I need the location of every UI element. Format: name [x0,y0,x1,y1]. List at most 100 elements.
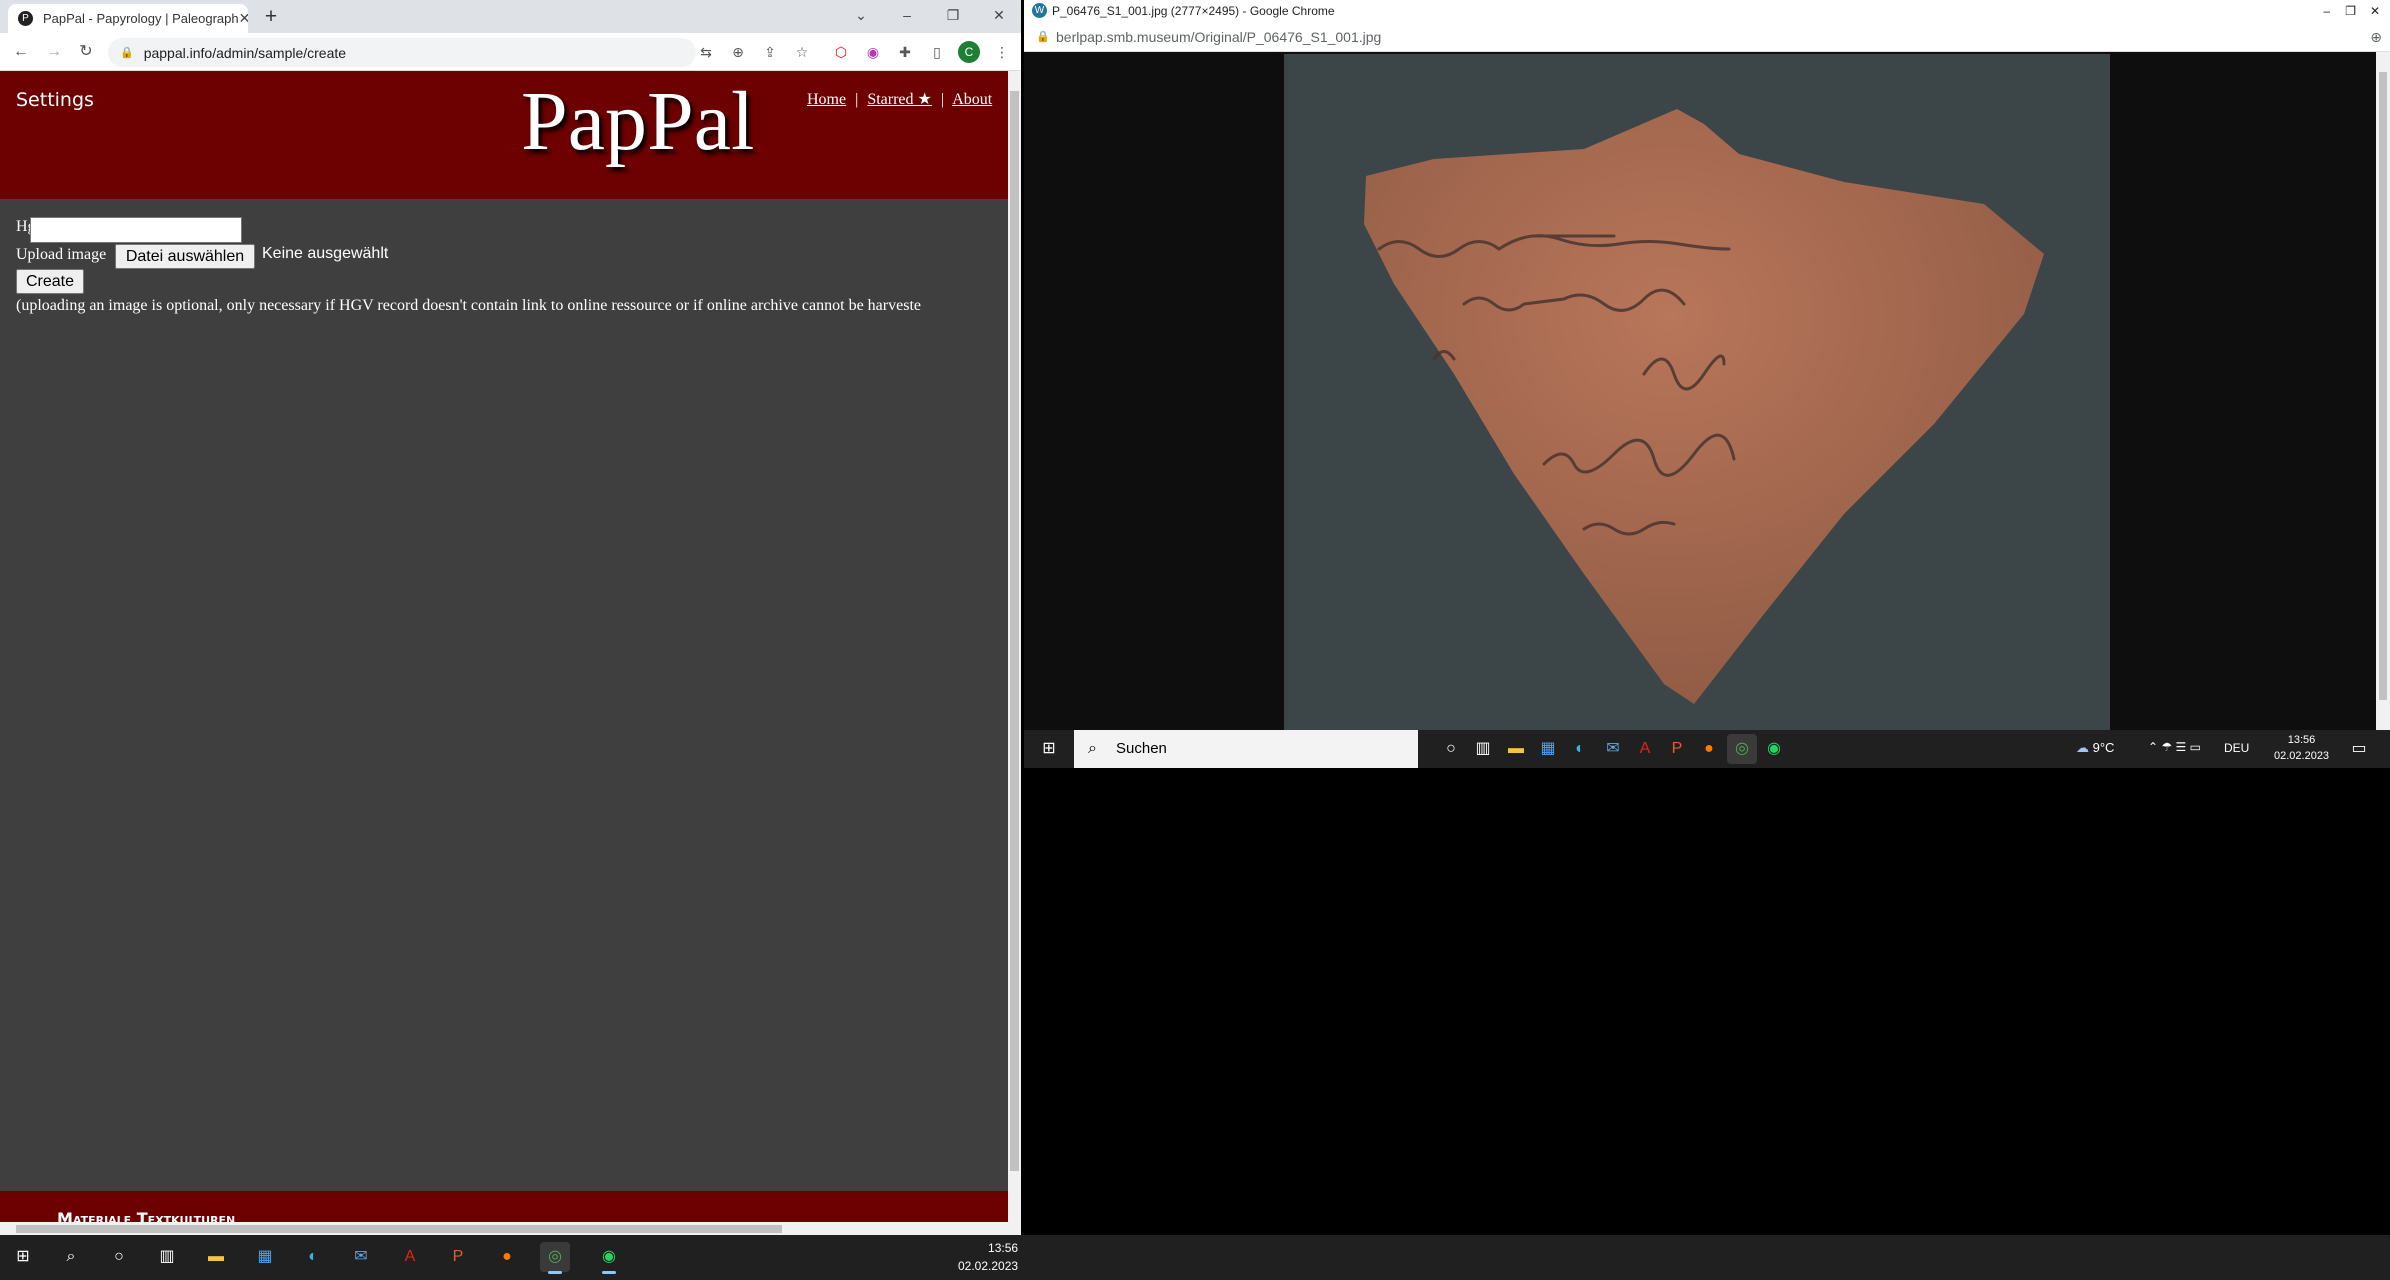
profile-avatar[interactable]: C [958,41,980,63]
tab-strip: P PapPal - Papyrology | Paleograph ✕ + ⌄… [0,0,1021,33]
edge-icon[interactable]: ◐ [1565,734,1595,764]
upload-note: (uploading an image is optional, only ne… [16,297,921,314]
clock-time: 13:56 [2287,734,2316,746]
start-icon[interactable]: ⊞ [1034,734,1064,764]
share-icon[interactable]: ⇪ [759,41,781,63]
zoom-icon[interactable]: ⊕ [727,41,749,63]
store-icon[interactable]: ▦ [250,1242,280,1272]
tab-pappal[interactable]: P PapPal - Papyrology | Paleograph ✕ [8,4,248,33]
mail-icon[interactable]: ✉ [346,1242,376,1272]
weather-temp: 9°C [2092,740,2115,755]
address-bar: ← → ↻ 🔒 pappal.info/admin/sample/create … [0,33,1021,71]
pappal-favicon-icon: P [18,11,33,26]
weather-widget: ☁ 9°C [2076,740,2114,756]
close-tab-icon[interactable]: ✕ [239,10,248,27]
clock-date: 02.02.2023 [2274,750,2330,762]
powerpoint-icon[interactable]: P [1662,734,1692,764]
menu-separator: | [855,91,859,108]
zoom-icon[interactable]: ⊕ [2370,22,2382,52]
chrome-icon[interactable]: ◎ [540,1242,570,1274]
mail-icon[interactable]: ✉ [1598,734,1628,764]
tab-title: PapPal - Papyrology | Paleograph [43,11,239,26]
hgv-input[interactable] [30,217,242,243]
secondary-clock[interactable]: 13:56 02.02.2023 [2274,732,2329,764]
clock-date: 02.02.2023 [958,1259,1019,1273]
about-link[interactable]: About [952,91,992,108]
top-menu: Home | Starred ★ | About [807,89,992,109]
wordpress-favicon-icon: W [1032,3,1047,18]
forward-icon[interactable]: → [43,41,65,63]
language-indicator[interactable]: DEU [2224,741,2249,755]
search-icon[interactable]: ⌕ [56,1242,86,1272]
page-content: Settings PapPal Home | Starred ★ | About… [0,71,1008,1235]
file-explorer-icon[interactable]: ▬ [1501,734,1531,764]
extension-badge-icon[interactable]: ◉ [862,41,884,63]
taskbar-search-box[interactable]: ⌕ Suchen [1074,730,1418,768]
close-window-button[interactable]: ✕ [976,0,1021,33]
task-view-icon[interactable]: ▥ [152,1242,182,1272]
left-browser-window: P PapPal - Papyrology | Paleograph ✕ + ⌄… [0,0,1021,1235]
horizontal-scrollbar[interactable] [0,1222,1008,1235]
firefox-icon[interactable]: ● [492,1242,522,1272]
home-link[interactable]: Home [807,91,846,108]
site-logo: PapPal [521,75,755,168]
edge-icon[interactable]: ◐ [298,1242,328,1272]
starred-link[interactable]: Starred ★ [867,91,932,108]
acrobat-icon[interactable]: A [1630,734,1660,764]
right-url-text: berlpap.smb.museum/Original/P_06476_S1_0… [1056,29,1382,45]
cortana-icon[interactable]: ○ [104,1242,134,1272]
no-file-selected-text: Keine ausgewählt [262,245,389,262]
right-window-titlebar: W P_06476_S1_001.jpg (2777×2495) - Googl… [1024,0,2390,22]
chrome-icon[interactable]: ◎ [1727,734,1757,764]
acrobat-icon[interactable]: A [395,1242,425,1272]
right-vertical-scrollbar[interactable] [2376,52,2390,730]
clock-time: 13:56 [988,1241,1019,1255]
search-placeholder: Suchen [1116,740,1167,757]
cortana-icon[interactable]: ○ [1436,734,1466,764]
spotify-icon[interactable]: ◉ [594,1242,624,1274]
file-explorer-icon[interactable]: ▬ [201,1242,231,1272]
tray-icons[interactable]: ⌃ ☂ ☰ ▭ [2148,740,2201,754]
settings-link[interactable]: Settings [16,89,94,111]
menu-separator: | [940,91,945,108]
bookmark-star-icon[interactable]: ☆ [791,41,813,63]
tab-search-icon[interactable]: ⌄ [838,0,884,33]
vertical-scrollbar[interactable] [1008,71,1021,1235]
extensions-puzzle-icon[interactable]: ✚ [894,41,916,63]
translate-icon[interactable]: ⇆ [695,41,717,63]
reload-icon[interactable]: ↻ [75,41,97,63]
side-panel-icon[interactable]: ▯ [926,41,948,63]
choose-file-button[interactable]: Datei auswählen [115,244,255,269]
lock-icon: 🔒 [1036,31,1050,43]
upload-image-label: Upload image [16,246,107,263]
restore-button[interactable]: ❐ [930,0,976,33]
create-button[interactable]: Create [16,269,84,294]
extension-shield-icon[interactable]: ⬡ [830,41,852,63]
secondary-taskbar: ⊞ ⌕ Suchen ○ ▥ ▬ ▦ ◐ ✉ A P ● ◎ ◉ ☁ 9°C ⌃… [1024,730,2390,768]
minimize-button[interactable]: – [2323,0,2330,22]
ostracon-image [1284,54,2110,730]
right-scroll-thumb[interactable] [2379,72,2387,700]
main-clock[interactable]: 13:56 02.02.2023 [958,1239,1018,1275]
close-window-button[interactable]: ✕ [2370,0,2380,22]
horizontal-scroll-thumb[interactable] [16,1225,782,1233]
menu-kebab-icon[interactable]: ⋮ [991,41,1013,63]
new-tab-button[interactable]: + [258,5,284,31]
task-view-icon[interactable]: ▥ [1468,734,1498,764]
main-taskbar: ⊞ ⌕ ○ ▥ ▬ ▦ ◐ ✉ A P ● ◎ ◉ 13:56 02.02.20… [0,1235,2390,1280]
right-browser-window: W P_06476_S1_001.jpg (2777×2495) - Googl… [1024,0,2390,768]
spotify-icon[interactable]: ◉ [1759,734,1789,764]
right-window-title: P_06476_S1_001.jpg (2777×2495) - Google … [1052,4,1335,18]
store-icon[interactable]: ▦ [1533,734,1563,764]
vertical-scroll-thumb[interactable] [1010,91,1019,1171]
minimize-button[interactable]: – [884,0,930,33]
firefox-icon[interactable]: ● [1694,734,1724,764]
notifications-icon[interactable]: ▭ [2344,734,2374,764]
restore-button[interactable]: ❐ [2345,0,2356,22]
back-icon[interactable]: ← [10,41,32,63]
cloud-icon: ☁ [2076,740,2089,755]
url-field[interactable]: 🔒 pappal.info/admin/sample/create [108,38,696,67]
powerpoint-icon[interactable]: P [443,1242,473,1272]
right-address-bar[interactable]: 🔒 berlpap.smb.museum/Original/P_06476_S1… [1024,22,2390,52]
start-icon[interactable]: ⊞ [8,1242,38,1272]
